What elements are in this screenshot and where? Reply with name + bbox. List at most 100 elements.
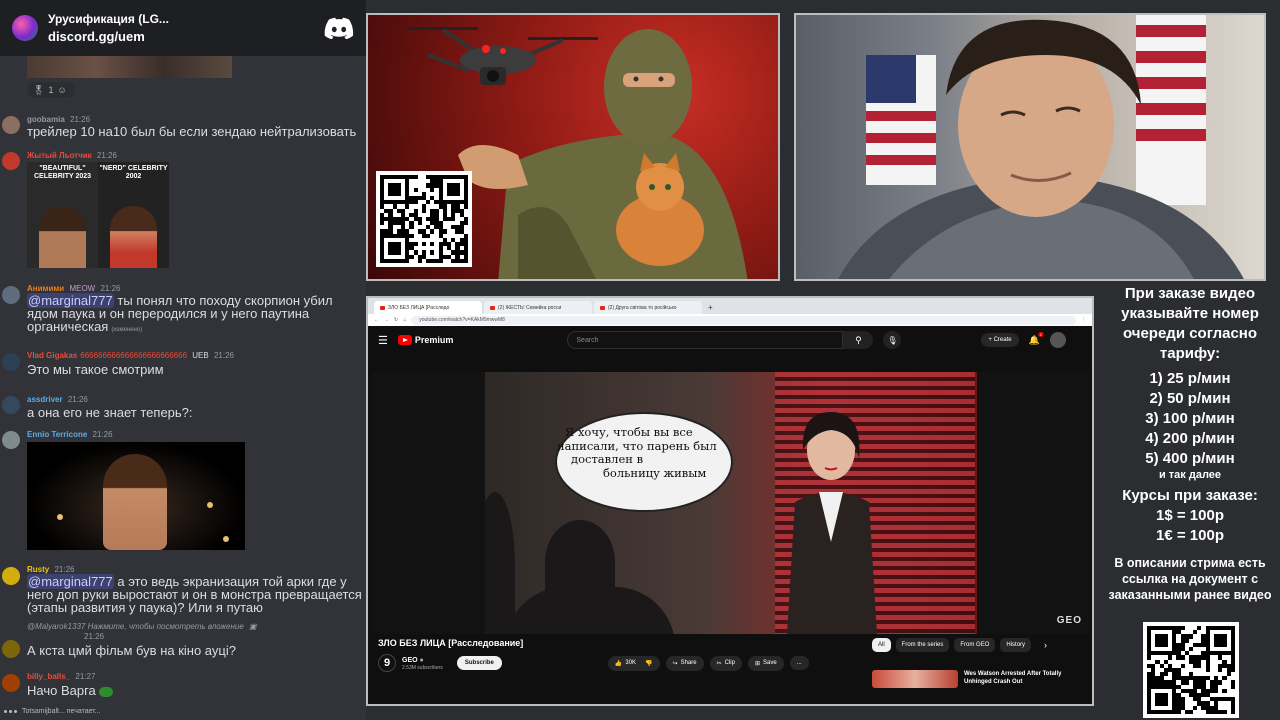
edited-label: (изменено) bbox=[111, 327, 143, 333]
qr-code bbox=[376, 171, 472, 267]
order-info: При заказе видео указывайте номер очеред… bbox=[1100, 284, 1280, 720]
server-icon[interactable] bbox=[12, 15, 38, 41]
typing-dots-icon bbox=[4, 710, 17, 713]
chip-all[interactable]: All bbox=[872, 638, 891, 652]
avatar[interactable] bbox=[2, 431, 20, 449]
tariff-5: 5) 400 р/мин bbox=[1145, 450, 1235, 467]
video-actions: 👍 30K 👎 ↪ Share ✂ Clip ⊞ Save ... bbox=[607, 655, 809, 671]
message-text: а она его не знает теперь?: bbox=[27, 405, 193, 420]
username[interactable]: assdriver bbox=[27, 395, 63, 404]
chip-series[interactable]: From the series bbox=[895, 638, 950, 652]
notification-badge: 2 bbox=[1037, 331, 1044, 337]
video-player[interactable]: Я хочу, чтобы вы все написали, что парен… bbox=[372, 372, 1090, 634]
username[interactable]: billy_balls_ bbox=[27, 672, 70, 681]
message-text: @marginal777 ты понял что походу скорпио… bbox=[27, 293, 362, 337]
username-suffix: 666666666666666666666666 bbox=[80, 351, 188, 360]
gif-attachment[interactable] bbox=[27, 442, 245, 550]
avatar[interactable] bbox=[2, 286, 20, 304]
chip-from-geo[interactable]: From GEO bbox=[954, 638, 996, 652]
tariff-4: 4) 200 р/мин bbox=[1145, 430, 1235, 447]
search-input[interactable]: Search bbox=[567, 331, 844, 349]
subscriber-count: 2.53M subscribers bbox=[402, 664, 443, 671]
channel-logo[interactable]: 9 bbox=[378, 654, 396, 672]
url-field[interactable]: youtube.com/watch?v=KAkM9mwwM8 bbox=[411, 315, 1076, 325]
save-button[interactable]: ⊞ Save bbox=[747, 655, 784, 671]
message-text: Начо Варга bbox=[27, 684, 362, 697]
bell-icon[interactable]: 🔔 2 bbox=[1029, 331, 1044, 346]
watermark: GEO bbox=[1056, 615, 1082, 626]
reply-preview[interactable]: @Malyarok1337 Нажмите, чтобы посмотреть … bbox=[27, 622, 257, 631]
message-meta: Анимими MEOW 21:26 bbox=[27, 284, 120, 293]
message-list: 🎖 1 ☺ goobamia 21:26 трейлер 10 на10 был… bbox=[0, 56, 366, 720]
menu-icon[interactable]: ☰ bbox=[378, 334, 388, 347]
extensions-icon[interactable]: ⋮ bbox=[1081, 317, 1086, 323]
message-meta: Vlad Gigakas 666666666666666666666666 UEB… bbox=[27, 351, 234, 360]
woman-figure bbox=[787, 412, 877, 634]
rate-eur: 1€ = 100р bbox=[1156, 527, 1224, 544]
message-meta: assdriver 21:26 bbox=[27, 395, 88, 404]
chevron-right-icon[interactable]: › bbox=[1044, 640, 1047, 650]
create-button[interactable]: + Create bbox=[981, 333, 1019, 347]
tab-third[interactable]: (2) Друга світова то російсько bbox=[594, 301, 702, 314]
username[interactable]: Ennio Terricone bbox=[27, 430, 87, 439]
description-note: В описании стрима есть ссылка на докумен… bbox=[1108, 556, 1272, 602]
discord-chat-panel: Урусификация (LG... discord.gg/uem 🎖 1 ☺… bbox=[0, 0, 366, 720]
username[interactable]: Жытый Льотчик bbox=[27, 151, 92, 160]
subscribe-button[interactable]: Subscribe bbox=[456, 656, 502, 670]
timestamp: 21:26 bbox=[67, 395, 88, 404]
search-button[interactable]: ⚲ bbox=[843, 331, 874, 349]
avatar[interactable] bbox=[2, 396, 20, 414]
youtube-logo[interactable]: Premium bbox=[397, 335, 453, 345]
silhouette-body bbox=[505, 587, 675, 634]
username[interactable]: Rusty bbox=[27, 565, 49, 574]
avatar[interactable] bbox=[2, 567, 20, 585]
timestamp: 21:26 bbox=[84, 632, 105, 641]
channel-text: GEO ● 2.53M subscribers bbox=[402, 656, 443, 671]
home-icon[interactable]: ⌂ bbox=[403, 317, 406, 323]
youtube-header: ☰ Premium Search ⚲ 🎙 + Create 🔔 2 bbox=[368, 326, 1092, 354]
share-button[interactable]: ↪ Share bbox=[665, 655, 704, 671]
tab-second[interactable]: (2) ЖЕСТЬ! Семейка росси bbox=[484, 301, 592, 314]
avatar[interactable] bbox=[2, 353, 20, 371]
video-info: ЗЛО БЕЗ ЛИЦА [Расследование] 9 GEO ● 2.5… bbox=[378, 638, 1086, 688]
mic-icon[interactable]: 🎙 bbox=[883, 331, 902, 349]
message-meta: Rusty 21:26 bbox=[27, 565, 75, 574]
avatar[interactable] bbox=[2, 152, 20, 170]
dislike-icon[interactable]: 👎 bbox=[645, 660, 652, 667]
message-text: Это мы такое смотрим bbox=[27, 362, 164, 377]
tab-video[interactable]: ЗЛО БЕЗ ЛИЦА [Расследо bbox=[374, 301, 482, 314]
timestamp: 21:27 bbox=[75, 672, 96, 681]
add-reaction-icon[interactable]: ☺ bbox=[57, 85, 66, 95]
channel-name[interactable]: GEO ● bbox=[402, 656, 443, 665]
person-figure bbox=[103, 454, 167, 550]
username[interactable]: Vlad Gigakas bbox=[27, 351, 77, 360]
back-icon[interactable]: ← bbox=[374, 317, 379, 323]
username[interactable]: goobamia bbox=[27, 115, 65, 124]
chip-history[interactable]: History bbox=[1000, 638, 1032, 652]
youtube-favicon-icon bbox=[490, 305, 495, 310]
more-button[interactable]: ... bbox=[789, 656, 809, 670]
reply-text: @Malyarok1337 Нажмите, чтобы посмотреть … bbox=[27, 622, 244, 631]
username[interactable]: Анимими bbox=[27, 284, 64, 293]
reload-icon[interactable]: ↻ bbox=[394, 317, 398, 323]
pepe-emoji-icon bbox=[99, 686, 114, 697]
avatar[interactable] bbox=[2, 116, 20, 134]
attachment-image[interactable] bbox=[27, 56, 232, 78]
avatar[interactable] bbox=[1049, 332, 1066, 348]
recommended-video[interactable]: Wes Watson Arrested After Totally Unhing… bbox=[872, 670, 1064, 688]
server-link[interactable]: discord.gg/uem bbox=[48, 28, 314, 45]
message-meta: 21:26 bbox=[84, 632, 104, 641]
tariff-etc: и так далее bbox=[1158, 469, 1222, 481]
meme-image[interactable]: "BEAUTIFUL" CELEBRITY 2023 "NERD" CELEBR… bbox=[27, 162, 169, 268]
reaction-chip[interactable]: 🎖 1 ☺ bbox=[27, 82, 75, 98]
like-button[interactable]: 👍 30K 👎 bbox=[607, 655, 660, 671]
timestamp: 21:26 bbox=[92, 430, 113, 439]
browser-window: ЗЛО БЕЗ ЛИЦА [Расследо (2) ЖЕСТЬ! Семейк… bbox=[366, 296, 1094, 706]
recommended-title: Wes Watson Arrested After Totally Unhing… bbox=[964, 671, 1062, 685]
avatar[interactable] bbox=[2, 674, 20, 692]
clip-button[interactable]: ✂ Clip bbox=[709, 655, 742, 671]
new-tab-button[interactable]: + bbox=[704, 303, 717, 314]
message-meta: Жытый Льотчик 21:26 bbox=[27, 151, 117, 160]
forward-icon[interactable]: → bbox=[384, 317, 389, 323]
avatar[interactable] bbox=[2, 640, 20, 658]
